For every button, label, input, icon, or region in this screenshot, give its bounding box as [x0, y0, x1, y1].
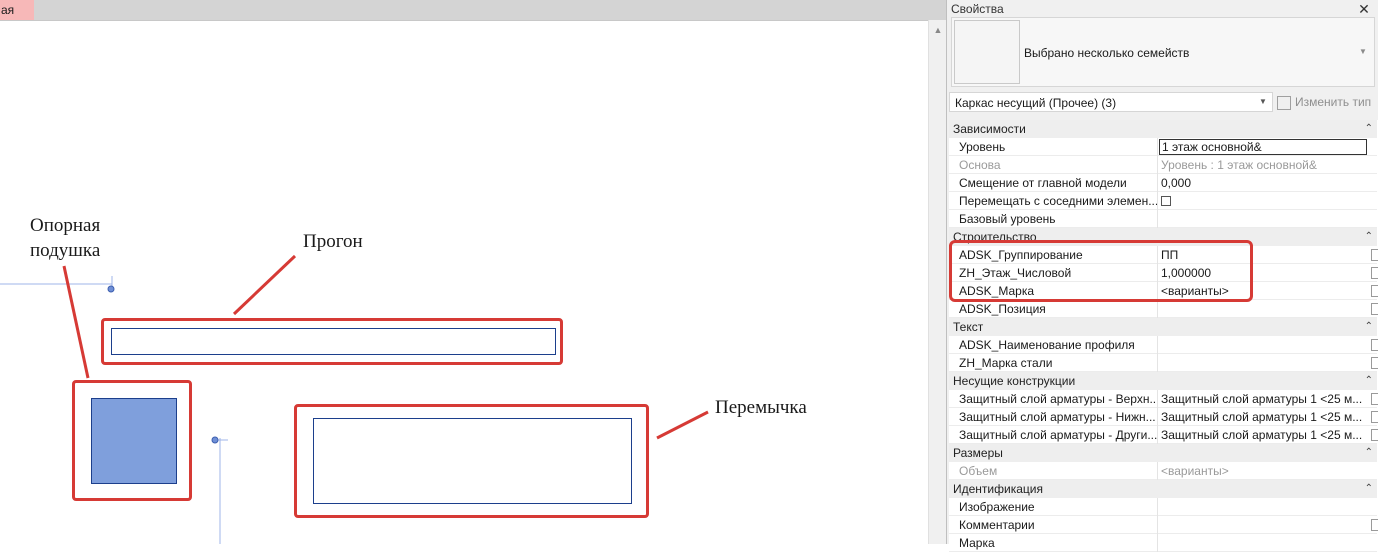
prop-row-cover-bottom[interactable]: Защитный слой арматуры - Нижн... Защитный… [949, 408, 1378, 426]
view-tab[interactable]: ая [0, 0, 34, 20]
prop-name: Защитный слой арматуры - Други... [959, 428, 1157, 442]
prop-row-volume: Объем <варианты> [949, 462, 1377, 480]
prop-name: Базовый уровень [959, 212, 1056, 226]
callout-pad-line2: подушка [30, 240, 101, 261]
close-icon[interactable]: ✕ [1355, 0, 1373, 18]
prop-row-cover-other[interactable]: Защитный слой арматуры - Други... Защитны… [949, 426, 1378, 444]
prop-row-comments[interactable]: Комментарии [949, 516, 1378, 534]
panel-title: Свойства [951, 2, 1004, 16]
prop-name: Смещение от главной модели [959, 176, 1127, 190]
prop-value: <варианты> [1161, 464, 1229, 478]
prop-name: ADSK_Наименование профиля [959, 338, 1135, 352]
assoc-param-button[interactable] [1371, 285, 1378, 297]
edit-type-label: Изменить тип [1295, 95, 1372, 109]
assoc-param-button[interactable] [1371, 519, 1378, 531]
prop-row-base-level[interactable]: Базовый уровень [949, 210, 1377, 228]
assoc-param-button[interactable] [1371, 267, 1378, 279]
group-label: Текст [953, 320, 984, 334]
callout-leader-lintel [656, 410, 709, 440]
callout-leader-pad [62, 265, 90, 379]
assoc-param-button[interactable] [1371, 303, 1378, 315]
prop-name: Уровень [959, 140, 1006, 154]
prop-name: Основа [959, 158, 1001, 172]
prop-name: Защитный слой арматуры - Нижн... [959, 410, 1156, 424]
prop-name: Марка [959, 536, 995, 550]
construction-params-highlight [949, 240, 1253, 302]
prop-value: Уровень : 1 этаж основной& [1161, 158, 1317, 172]
prop-name: Комментарии [959, 518, 1035, 532]
prop-value[interactable]: Защитный слой арматуры 1 <25 м... [1161, 408, 1365, 426]
callout-leader-purlin [232, 254, 297, 316]
view-tab-bar: ая [0, 0, 946, 21]
drawing-canvas[interactable]: Опорная подушка Прогон Перемычка [0, 0, 928, 544]
assoc-param-button[interactable] [1371, 393, 1378, 405]
collapse-icon[interactable]: ⌃ [1365, 444, 1373, 462]
group-label: Идентификация [953, 482, 1043, 496]
reference-grip [107, 285, 115, 293]
category-filter-value: Каркас несущий (Прочее) (3) [955, 96, 1117, 110]
prop-value[interactable]: Защитный слой арматуры 1 <25 м... [1161, 390, 1365, 408]
reference-grip-2 [211, 436, 219, 444]
type-name: Выбрано несколько семейств [1024, 46, 1190, 60]
assoc-param-button[interactable] [1371, 249, 1378, 261]
callout-lintel: Перемычка [715, 397, 807, 418]
group-label: Несущие конструкции [953, 374, 1076, 388]
prop-name: Защитный слой арматуры - Верхн... [959, 392, 1157, 406]
purlin-element[interactable] [111, 328, 556, 355]
prop-value[interactable]: Защитный слой арматуры 1 <25 м... [1161, 426, 1365, 444]
group-label: Размеры [953, 446, 1003, 460]
move-with-checkbox[interactable] [1161, 195, 1171, 206]
prop-row-image[interactable]: Изображение [949, 498, 1377, 516]
prop-row-host: Основа Уровень : 1 этаж основной& [949, 156, 1377, 174]
prop-name: ZH_Марка стали [959, 356, 1053, 370]
chevron-down-icon[interactable]: ▼ [1356, 45, 1370, 59]
group-label: Зависимости [953, 122, 1026, 136]
bearing-pad-element[interactable] [91, 398, 177, 484]
type-preview-image [954, 20, 1020, 84]
level-field[interactable]: 1 этаж основной& [1159, 139, 1367, 155]
prop-row-level[interactable]: Уровень 1 этаж основной& [949, 138, 1377, 156]
callout-pad-line1: Опорная [30, 215, 101, 236]
properties-panel: Свойства ✕ Выбрано несколько семейств ▼ … [946, 0, 1378, 552]
type-selector[interactable]: Выбрано несколько семейств ▼ [951, 17, 1375, 87]
prop-row-steel-grade[interactable]: ZH_Марка стали [949, 354, 1378, 372]
prop-name: Объем [959, 464, 998, 478]
lintel-element[interactable] [313, 418, 632, 504]
prop-row-mark2[interactable]: Марка [949, 534, 1377, 552]
assoc-param-button[interactable] [1371, 357, 1378, 369]
prop-row-move-with[interactable]: Перемещать с соседними элемен... [949, 192, 1377, 210]
callout-purlin: Прогон [303, 231, 363, 252]
group-constraints[interactable]: Зависимости ⌃ [949, 120, 1377, 138]
prop-row-profile-name[interactable]: ADSK_Наименование профиля [949, 336, 1378, 354]
edit-type-button[interactable]: Изменить тип [1277, 92, 1377, 112]
group-dimensions[interactable]: Размеры ⌃ [949, 444, 1377, 462]
properties-grid: Зависимости ⌃ Уровень 1 этаж основной& Осн… [949, 120, 1378, 552]
collapse-icon[interactable]: ⌃ [1365, 120, 1373, 138]
category-filter-dropdown[interactable]: Каркас несущий (Прочее) (3) ▼ [949, 92, 1273, 112]
edit-type-icon [1277, 95, 1291, 110]
canvas-vertical-scrollbar[interactable]: ▲ [928, 20, 947, 544]
chevron-down-icon[interactable]: ▼ [1256, 95, 1270, 109]
prop-row-offset[interactable]: Смещение от главной модели 0,000 [949, 174, 1377, 192]
scroll-up-icon[interactable]: ▲ [929, 22, 947, 38]
prop-row-position[interactable]: ADSK_Позиция [949, 300, 1378, 318]
prop-name: ADSK_Позиция [959, 302, 1046, 316]
assoc-param-button[interactable] [1371, 339, 1378, 351]
collapse-icon[interactable]: ⌃ [1365, 318, 1373, 336]
group-structural[interactable]: Несущие конструкции ⌃ [949, 372, 1377, 390]
assoc-param-button[interactable] [1371, 429, 1378, 441]
group-text[interactable]: Текст ⌃ [949, 318, 1377, 336]
collapse-icon[interactable]: ⌃ [1365, 372, 1373, 390]
prop-row-cover-top[interactable]: Защитный слой арматуры - Верхн... Защитны… [949, 390, 1378, 408]
prop-value[interactable]: 0,000 [1161, 174, 1365, 192]
prop-name: Изображение [959, 500, 1035, 514]
group-identity[interactable]: Идентификация ⌃ [949, 480, 1377, 498]
assoc-param-button[interactable] [1371, 411, 1378, 423]
prop-name: Перемещать с соседними элемен... [959, 194, 1157, 208]
collapse-icon[interactable]: ⌃ [1365, 228, 1373, 246]
collapse-icon[interactable]: ⌃ [1365, 480, 1373, 498]
